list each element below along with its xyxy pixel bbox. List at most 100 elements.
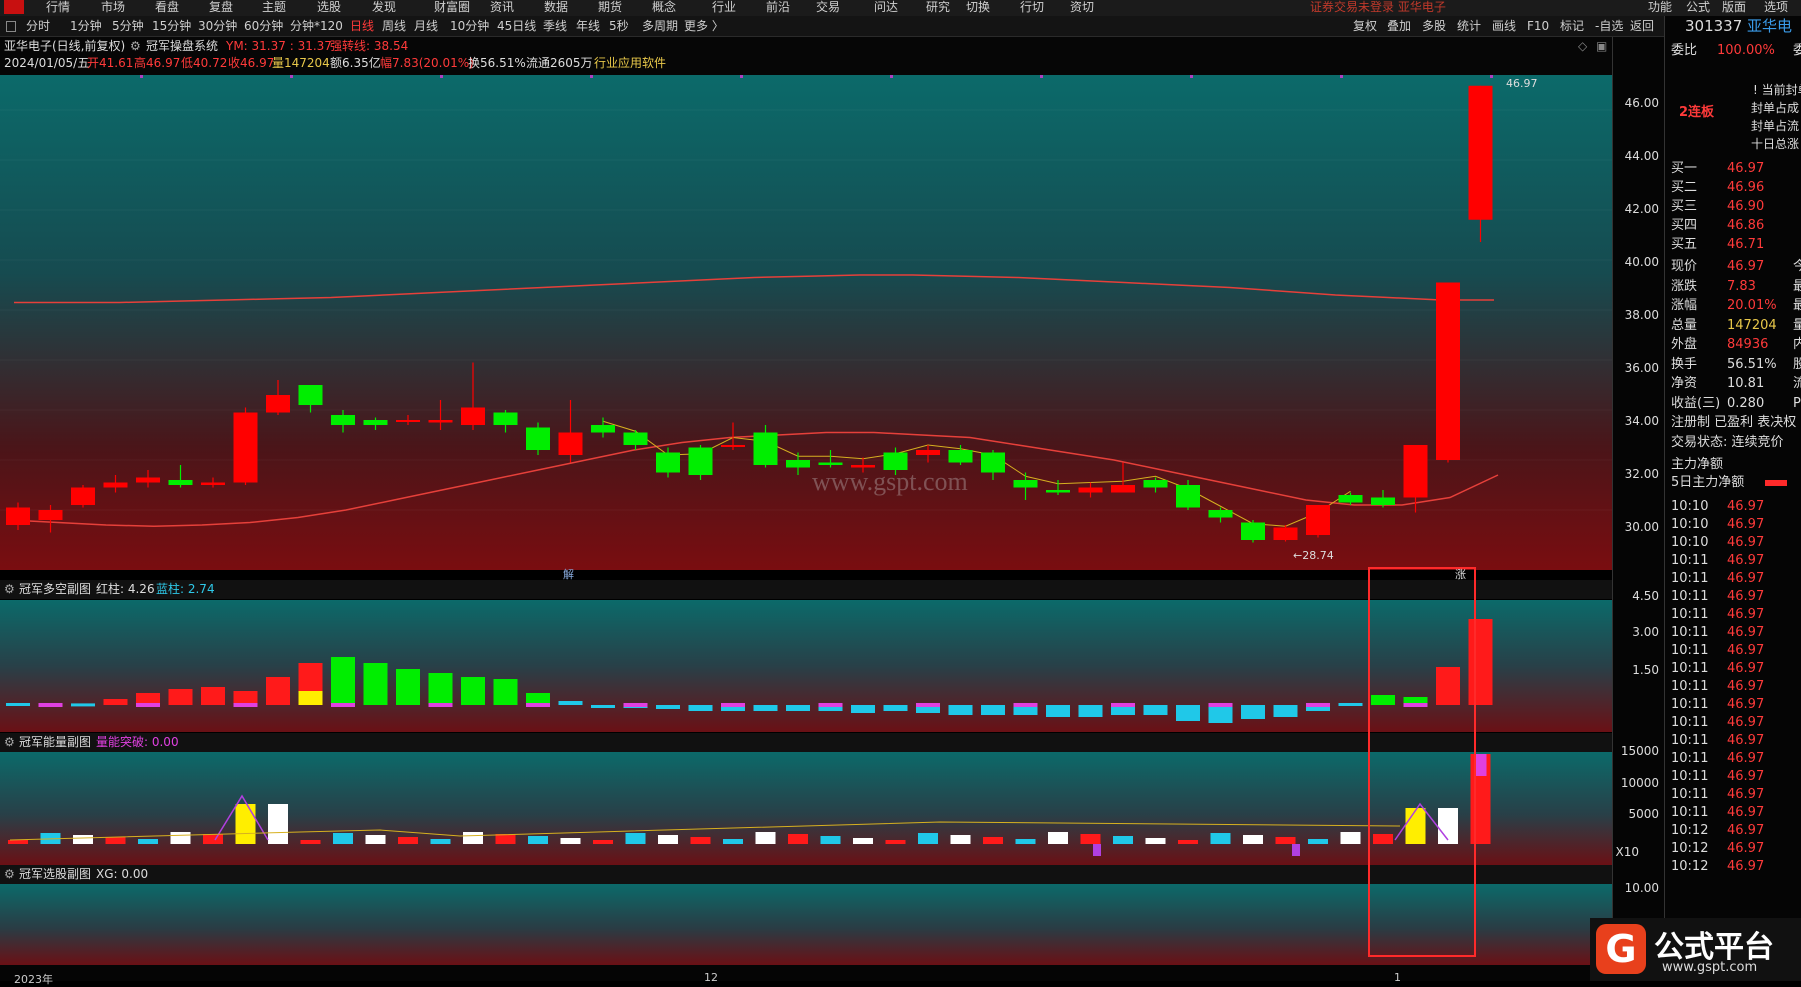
menu-item-12[interactable]: 行业 [712, 0, 736, 14]
timeframe-tab-7[interactable]: 日线 [350, 19, 374, 33]
candlestick-panel[interactable]: 46.97 ←28.74 www.gspt.com [0, 75, 1612, 570]
menu-item-14[interactable]: 交易 [816, 0, 840, 14]
quote-stat-value: 7.83 [1727, 278, 1756, 294]
timeframe-tab-4[interactable]: 30分钟 [198, 19, 237, 33]
timeframe-tab-14[interactable]: 5秒 [609, 19, 629, 33]
toggle-sidebar-icon[interactable] [6, 21, 16, 32]
timeframe-tab-13[interactable]: 年线 [576, 19, 600, 33]
energy-bar [170, 832, 191, 844]
toolbar-button-6[interactable]: 标记 [1560, 19, 1584, 33]
toolbar-button-7[interactable]: -自选 [1595, 19, 1623, 33]
menu-item-9[interactable]: 数据 [544, 0, 568, 14]
energy-bar [463, 832, 483, 844]
energy-bar [853, 838, 873, 844]
trade-tick: 10:11 46.97 [1671, 570, 1764, 587]
menu-item-16[interactable]: 研究 [926, 0, 950, 14]
candle-body [103, 482, 128, 488]
ma-upper-line [14, 274, 1494, 304]
timeframe-tab-15[interactable]: 多周期 [642, 19, 678, 33]
timeframe-tab-3[interactable]: 15分钟 [152, 19, 191, 33]
longshort-bar [1208, 705, 1233, 723]
menu-item-17[interactable]: 切换 [966, 0, 990, 14]
main-flow-label: 主力净额 [1671, 457, 1724, 472]
timeframe-tab-10[interactable]: 10分钟 [450, 19, 489, 33]
panel3-tick: 15000 [1620, 744, 1659, 758]
timeframe-tab-8[interactable]: 周线 [382, 19, 406, 33]
energy-bar [73, 835, 93, 844]
toolbar-button-8[interactable]: 返回 [1630, 19, 1654, 33]
menu-item-19[interactable]: 资切 [1070, 0, 1094, 14]
date-tick: 1 [1394, 971, 1401, 984]
seal-note: 十日总涨 [1751, 137, 1800, 151]
quote-panel: 301337 亚华电 委比 100.00% 委 2连板 ! 当前封单 封单占成 … [1664, 16, 1801, 981]
trade-tick-label: 10:11 [1671, 787, 1709, 802]
toolbar-button-1[interactable]: 叠加 [1387, 19, 1411, 33]
menu-item-10[interactable]: 期货 [598, 0, 622, 14]
bar-volume: 量147204 [272, 56, 330, 70]
menu-item-5[interactable]: 选股 [317, 0, 341, 14]
menu-item-2[interactable]: 看盘 [155, 0, 179, 14]
panel-gear-icon[interactable]: ⚙ [4, 733, 15, 752]
timeframe-tab-0[interactable]: 分时 [26, 19, 50, 33]
trade-tick-label: 10:11 [1671, 751, 1709, 766]
trade-tick: 10:11 46.97 [1671, 642, 1764, 659]
candle-body [233, 412, 258, 483]
candle-body [428, 420, 453, 423]
menu-item-layout[interactable]: 版面 [1722, 0, 1746, 14]
menu-item-1[interactable]: 市场 [101, 0, 125, 14]
stock-name: 亚华电 [1747, 17, 1793, 35]
timeframe-tab-12[interactable]: 季线 [543, 19, 567, 33]
trade-tick: 10:10 46.97 [1671, 534, 1764, 551]
menu-item-function[interactable]: 功能 [1648, 0, 1672, 14]
timeframe-tab-1[interactable]: 1分钟 [70, 19, 102, 33]
menu-item-4[interactable]: 主题 [262, 0, 286, 14]
top-mark [290, 75, 293, 78]
energy-bar [690, 837, 711, 844]
menu-item-15[interactable]: 问达 [874, 0, 898, 14]
panel2-tick: 3.00 [1632, 625, 1659, 639]
app-logo-icon[interactable] [4, 0, 24, 14]
menu-item-3[interactable]: 复盘 [209, 0, 233, 14]
panel-gear-icon[interactable]: ⚙ [4, 865, 15, 884]
trade-tick: 10:11 46.97 [1671, 732, 1764, 749]
longshort-bar [851, 705, 875, 713]
diamond-icon[interactable]: ◇ [1578, 39, 1587, 54]
menu-item-11[interactable]: 概念 [652, 0, 676, 14]
longshort-bar [558, 701, 583, 705]
bar-date: 2024/01/05/五 [4, 56, 90, 70]
toolbar-button-4[interactable]: 画线 [1492, 19, 1516, 33]
quote-stat: 现价 46.97 今 [1671, 258, 1801, 275]
timeframe-tab-2[interactable]: 5分钟 [112, 19, 144, 33]
timeframe-tab-6[interactable]: 分钟*120 [290, 19, 343, 33]
menu-item-formula[interactable]: 公式 [1686, 0, 1710, 14]
longshort-bar [493, 679, 518, 705]
menu-item-6[interactable]: 发现 [372, 0, 396, 14]
trade-tick: 10:12 46.97 [1671, 822, 1764, 839]
timeframe-tab-9[interactable]: 月线 [414, 19, 438, 33]
quote-stat-label: 净资 [1671, 376, 1698, 391]
panel-layout-icon[interactable]: ▣ [1596, 39, 1607, 54]
longshort-bar [201, 687, 225, 705]
timeframe-tab-11[interactable]: 45日线 [497, 19, 536, 33]
bid-level: 买二 46.96 [1671, 179, 1764, 196]
seal-note: ! 当前封单 [1753, 83, 1801, 97]
longshort-bar [6, 703, 30, 706]
menu-item-7[interactable]: 财富圈 [434, 0, 470, 14]
menu-item-0[interactable]: 行情 [46, 0, 70, 14]
menu-item-options[interactable]: 选项 [1764, 0, 1788, 14]
timeframe-tab-16[interactable]: 更多 〉 [684, 19, 724, 33]
toolbar-button-2[interactable]: 多股 [1422, 19, 1446, 33]
settings-gear-icon[interactable]: ⚙ [130, 39, 141, 54]
toolbar-button-0[interactable]: 复权 [1353, 19, 1377, 33]
energy-bar [1210, 833, 1231, 844]
toolbar-button-5[interactable]: F10 [1527, 19, 1549, 33]
panel-gear-icon[interactable]: ⚙ [4, 580, 15, 599]
timeframe-tab-5[interactable]: 60分钟 [244, 19, 283, 33]
menu-item-18[interactable]: 行切 [1020, 0, 1044, 14]
quote-stat: 净资 10.81 流 [1671, 375, 1801, 392]
trade-tick-value: 46.97 [1727, 571, 1765, 586]
menu-item-8[interactable]: 资讯 [490, 0, 514, 14]
menu-item-13[interactable]: 前沿 [766, 0, 790, 14]
toolbar-button-3[interactable]: 统计 [1457, 19, 1481, 33]
value-axis[interactable]: 46.00 44.00 42.00 40.00 38.00 36.00 34.00 32.00… [1612, 37, 1665, 981]
